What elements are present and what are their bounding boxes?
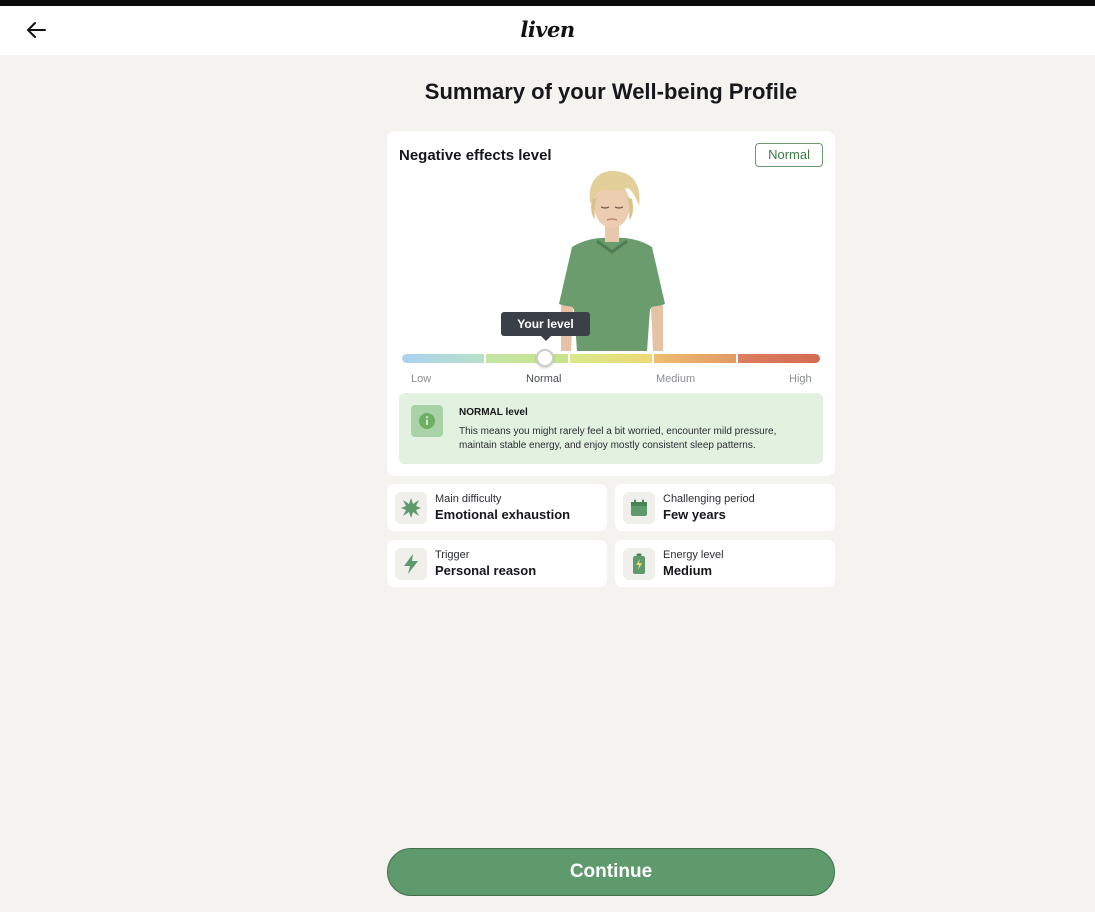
stat-challenging-period: Challenging period Few years — [615, 484, 835, 531]
info-icon — [411, 405, 443, 437]
scale-segment-low — [402, 354, 484, 363]
lightning-icon — [395, 548, 427, 580]
burst-icon — [395, 492, 427, 524]
stat-value: Few years — [663, 507, 726, 522]
stat-value: Emotional exhaustion — [435, 507, 571, 522]
scale-label-low: Low — [411, 373, 432, 385]
scale-segment-normal — [484, 354, 568, 363]
scale-label-high: High — [789, 373, 812, 385]
stat-value: Personal reason — [435, 563, 537, 578]
brand-logo[interactable]: liven — [0, 17, 1095, 42]
stat-label: Energy level — [663, 549, 724, 561]
stat-label: Challenging period — [663, 493, 755, 505]
info-description: This means you might rarely feel a bit w… — [459, 426, 777, 451]
scale-segment-mid — [568, 354, 652, 363]
stat-value: Medium — [663, 563, 713, 578]
your-level-tooltip: Your level — [501, 312, 590, 341]
summary-card: Negative effects level Normal Your level… — [387, 131, 835, 476]
scale-label-normal: Normal — [526, 373, 562, 385]
stat-trigger: Trigger Personal reason — [387, 540, 607, 587]
scale-segment-high — [736, 354, 820, 363]
stat-label: Main difficulty — [435, 493, 502, 505]
scale-label-medium: Medium — [656, 373, 696, 385]
battery-icon — [623, 548, 655, 580]
level-indicator-thumb — [536, 349, 554, 367]
card-title: Negative effects level — [399, 147, 552, 164]
info-title: NORMAL level — [459, 407, 528, 418]
level-info-box: NORMAL level This means you might rarely… — [399, 393, 823, 464]
level-badge: Normal — [755, 143, 823, 167]
page-title: Summary of your Well-being Profile — [424, 79, 798, 104]
top-bar: liven — [0, 6, 1095, 55]
continue-button[interactable]: Continue — [387, 848, 835, 896]
scale-segment-medium — [652, 354, 736, 363]
level-scale-track — [402, 354, 820, 363]
stat-label: Trigger — [435, 549, 470, 561]
stat-energy-level: Energy level Medium — [615, 540, 835, 587]
calendar-icon — [623, 492, 655, 524]
stat-main-difficulty: Main difficulty Emotional exhaustion — [387, 484, 607, 531]
